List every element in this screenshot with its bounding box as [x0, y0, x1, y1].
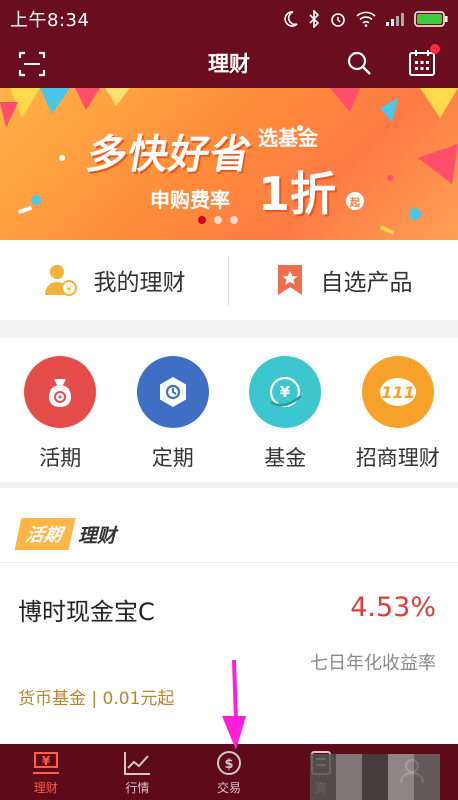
product-yield-label: 七日年化收益率 — [310, 653, 436, 674]
wifi-icon — [356, 11, 376, 27]
promo-banner[interactable]: 多快好省 选基金 申购费率 1折 起 — [0, 88, 458, 240]
favorite-products-label: 自选产品 — [320, 270, 413, 296]
hexagon-clock-icon — [159, 377, 186, 407]
banner-pagination — [198, 216, 238, 224]
section-title: 理财 — [78, 524, 117, 547]
favorite-products-link[interactable]: 自选产品 — [229, 240, 458, 320]
favorites-bookmark-icon — [277, 265, 302, 295]
scan-icon[interactable] — [18, 50, 46, 78]
annotation-arrow-icon — [222, 660, 246, 750]
notification-badge — [430, 44, 440, 54]
category-cmb-wealth[interactable]: 111 招商理财 — [343, 338, 453, 482]
pixelated-overlay — [310, 754, 440, 800]
battery-icon — [414, 11, 448, 27]
svg-text:¥: ¥ — [66, 285, 72, 295]
svg-text:$: $ — [224, 757, 233, 772]
wealth-logo-icon: 111 — [379, 378, 416, 406]
quick-links: ¥ 我的理财 自选产品 — [0, 240, 458, 320]
banner-title: 多快好省 — [83, 132, 256, 178]
signal-icon — [386, 13, 404, 26]
tab-finance[interactable]: ¥ 理财 — [0, 744, 92, 800]
category-cmb-wealth-circle: 111 — [361, 356, 434, 428]
bluetooth-icon — [309, 10, 320, 28]
category-fund-circle: ¥ — [249, 356, 322, 428]
my-finance-link[interactable]: ¥ 我的理财 — [0, 240, 229, 320]
banner-dot-2[interactable] — [214, 216, 222, 224]
banner-discount: 1折 — [258, 167, 337, 221]
chart-line-icon — [124, 751, 151, 775]
status-icons — [281, 10, 448, 28]
product-name: 博时现金宝C — [18, 598, 155, 626]
product-categories: 活期 定期 ¥ 基金 111 招商理财 — [0, 338, 458, 482]
tab-trade-label: 交易 — [216, 780, 241, 795]
money-bag-icon — [49, 379, 72, 407]
category-current-circle — [24, 356, 97, 428]
my-finance-label: 我的理财 — [93, 270, 186, 296]
banner-dot-3[interactable] — [230, 216, 238, 224]
tab-market[interactable]: 行情 — [92, 744, 184, 800]
category-current-label: 活期 — [39, 446, 82, 470]
banner-fee-rate: 申购费率 — [150, 188, 230, 212]
alarm-icon — [331, 13, 345, 27]
yen-chart-icon: ¥ — [270, 376, 303, 408]
tab-finance-label: 理财 — [33, 780, 58, 795]
tab-market-label: 行情 — [125, 780, 150, 795]
product-type: 货币基金 | 0.01元起 — [18, 689, 175, 709]
status-time: 上午8:34 — [10, 10, 90, 31]
svg-text:¥: ¥ — [42, 754, 51, 768]
quick-links-divider — [228, 256, 229, 306]
page-title: 理财 — [208, 52, 250, 76]
category-fixed-label: 定期 — [151, 446, 194, 470]
category-fund-label: 基金 — [264, 446, 307, 470]
category-current[interactable]: 活期 — [5, 338, 115, 482]
moon-icon — [284, 11, 298, 27]
section-badge: 活期 — [14, 518, 76, 550]
svg-text:111: 111 — [381, 383, 414, 402]
banner-dot-1[interactable] — [198, 216, 206, 224]
tab-trade[interactable]: $ 交易 — [183, 744, 275, 800]
app-header: 理财 — [0, 38, 458, 88]
category-fixed[interactable]: 定期 — [118, 338, 228, 482]
section-divider — [0, 562, 458, 563]
status-bar: 上午8:34 — [0, 0, 458, 38]
category-cmb-wealth-label: 招商理财 — [355, 446, 440, 470]
my-finance-icon: ¥ — [44, 265, 77, 296]
svg-text:¥: ¥ — [280, 383, 291, 401]
search-icon[interactable] — [346, 50, 372, 76]
product-yield-rate: 4.53% — [350, 592, 436, 623]
dollar-cycle-icon: $ — [216, 750, 241, 775]
banner-qi-badge: 起 — [346, 192, 364, 210]
category-fixed-circle — [136, 356, 209, 428]
category-fund[interactable]: ¥ 基金 — [230, 338, 340, 482]
yen-box-icon: ¥ — [32, 751, 59, 774]
banner-select-fund: 选基金 — [258, 126, 318, 150]
section-header: 活期 理财 — [14, 518, 117, 550]
